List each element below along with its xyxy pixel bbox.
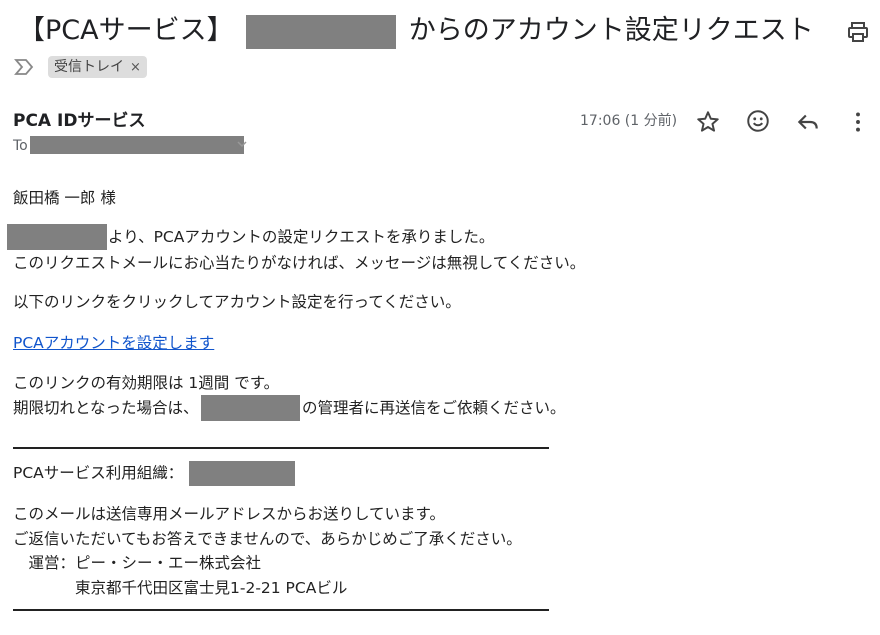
expired-line-prefix: 期限切れとなった場合は、 xyxy=(13,399,199,417)
notice-line-1: このメールは送信専用メールアドレスからお送りしています。 xyxy=(13,505,445,523)
subject-suffix: からのアカウント設定リクエスト xyxy=(408,15,814,46)
star-icon[interactable] xyxy=(695,109,721,135)
email-time: 17:06 (1 分前) xyxy=(580,113,678,129)
redacted-block xyxy=(201,395,300,421)
expiry-line: このリンクの有効期限は 1週間 です。 xyxy=(13,374,280,392)
printer-icon[interactable] xyxy=(846,20,870,44)
notice-line-2: ご返信いただいてもお答えできませんので、あらかじめご了承ください。 xyxy=(13,530,522,548)
greeting: 飯田橋 一郎 様 xyxy=(13,189,116,207)
emoji-icon[interactable] xyxy=(745,108,771,134)
redacted-recipient xyxy=(30,136,244,154)
address-line: 東京都千代田区富士見1-2-21 PCAビル xyxy=(13,579,348,597)
operator-line: 運営：ピー・シー・エー株式会社 xyxy=(13,554,262,572)
org-label: PCAサービス利用組織： xyxy=(13,464,184,482)
label-chip-inbox[interactable]: 受信トレイ × xyxy=(48,56,147,78)
label-chip-text: 受信トレイ xyxy=(54,59,124,75)
redacted-block xyxy=(189,461,295,486)
ignore-line: このリクエストメールにお心当たりがなければ、メッセージは無視してください。 xyxy=(13,254,586,272)
divider xyxy=(13,447,549,449)
setup-account-link[interactable]: PCAアカウントを設定します xyxy=(13,332,214,354)
expired-line-suffix: の管理者に再送信をご依頼ください。 xyxy=(302,399,566,417)
sender-name[interactable]: PCA IDサービス xyxy=(13,109,145,133)
redacted-block xyxy=(246,14,397,49)
more-vert-icon[interactable] xyxy=(845,109,871,135)
instruction-line: 以下のリンクをクリックしてアカウント設定を行ってください。 xyxy=(13,293,461,311)
label-important-icon[interactable] xyxy=(14,58,34,76)
request-line: より、PCAアカウントの設定リクエストを承りました。 xyxy=(108,228,495,246)
recipient-label: To xyxy=(13,138,28,154)
details-caret-icon[interactable] xyxy=(237,139,247,149)
redacted-block xyxy=(7,224,107,250)
reply-icon[interactable] xyxy=(795,109,821,135)
subject-prefix: 【PCAサービス】 xyxy=(18,15,234,46)
remove-label-icon[interactable]: × xyxy=(130,60,141,75)
divider xyxy=(13,609,549,611)
email-subject: 【PCAサービス】 からのアカウント設定リクエスト xyxy=(18,12,814,50)
